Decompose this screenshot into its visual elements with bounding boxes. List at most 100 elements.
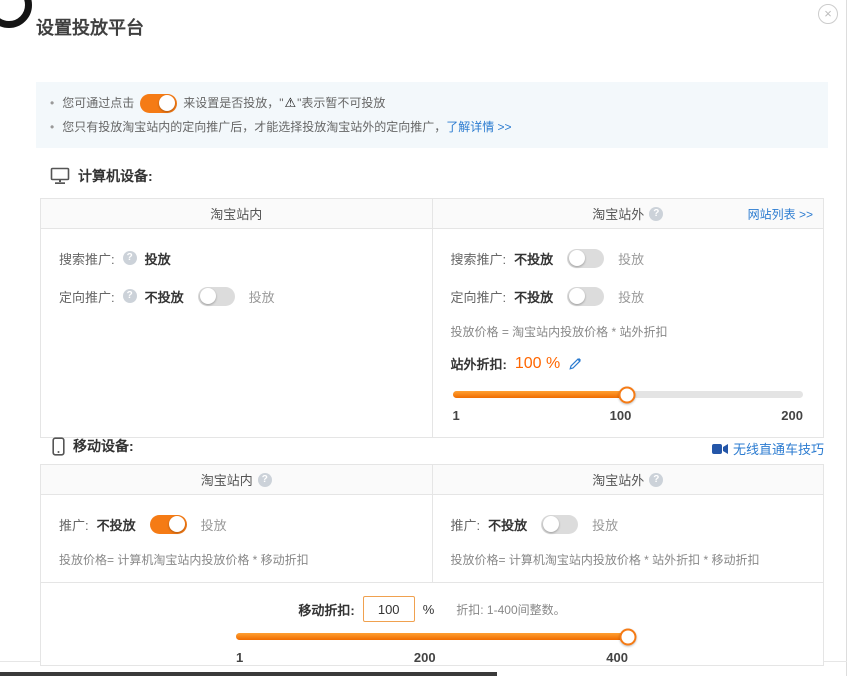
tick-label: 1: [453, 408, 460, 423]
toggle-knob: [543, 516, 559, 532]
notice-line-2: • 您只有投放淘宝站内的定向推广后，才能选择投放淘宝站外的定向推广， 了解详情 …: [50, 115, 814, 139]
offsite-price-formula: 投放价格 = 淘宝站内投放价格 * 站外折扣: [451, 323, 806, 340]
row-label: 搜索推广:: [59, 249, 115, 268]
mobile-table: 淘宝站内 ? 淘宝站外 ? 推广: 不投放 投放 投放价格= 计算机淘宝站内投放…: [40, 464, 824, 666]
help-icon[interactable]: ?: [123, 289, 137, 303]
onsite-search-row: 搜索推广: ? 投放: [59, 247, 414, 269]
tick-label: 100: [610, 408, 632, 423]
slider-knob[interactable]: [618, 386, 635, 403]
edit-discount-icon[interactable]: [568, 357, 582, 371]
computer-table: 淘宝站内 淘宝站外 ? 网站列表 >> 搜索推广: ? 投放 定向推广: ? 不…: [40, 198, 824, 438]
mobile-offsite-cell: 推广: 不投放 投放 投放价格= 计算机淘宝站内投放价格 * 站外折扣 * 移动…: [432, 495, 824, 582]
offsite-target-row: 定向推广: 不投放 投放: [451, 285, 806, 307]
site-list-link[interactable]: 网站列表 >>: [748, 205, 813, 222]
toggle-knob: [159, 95, 175, 111]
row-label: 定向推广:: [451, 287, 507, 306]
row-label: 推广:: [451, 515, 481, 534]
help-icon[interactable]: ?: [258, 473, 272, 487]
mobile-offsite-formula: 投放价格= 计算机淘宝站内投放价格 * 站外折扣 * 移动折扣: [451, 551, 806, 568]
offsite-target-toggle[interactable]: [567, 287, 604, 306]
notice-text: 您只有投放淘宝站内的定向推广后，才能选择投放淘宝站外的定向推广，: [62, 115, 446, 139]
toggle-knob: [200, 288, 216, 304]
mobile-discount-line: 移动折扣: % 折扣: 1-400间整数。: [41, 596, 823, 622]
slider-ticks: 1 100 200: [453, 408, 804, 423]
example-toggle-icon: [140, 94, 177, 113]
help-icon[interactable]: ?: [123, 251, 137, 265]
dialog-right-edge: [846, 0, 847, 676]
mobile-discount-row: 移动折扣: % 折扣: 1-400间整数。 1 200 400: [41, 583, 823, 665]
warning-icon: ⚠: [284, 91, 296, 115]
mobile-section-title: 移动设备:: [73, 436, 134, 456]
status-text: 不投放: [514, 249, 553, 268]
slider-track[interactable]: [236, 633, 628, 640]
tick-label: 400: [606, 650, 628, 665]
mobile-table-body: 推广: 不投放 投放 投放价格= 计算机淘宝站内投放价格 * 移动折扣 推广: …: [41, 495, 823, 583]
learn-more-link[interactable]: 了解详情 >>: [446, 115, 511, 139]
page-title: 设置投放平台: [36, 14, 144, 40]
bullet-icon: •: [50, 91, 54, 115]
mobile-onsite-formula: 投放价格= 计算机淘宝站内投放价格 * 移动折扣: [59, 551, 414, 568]
alt-status-text: 投放: [618, 287, 644, 306]
computer-onsite-header: 淘宝站内: [41, 199, 432, 228]
mobile-offsite-toggle[interactable]: [541, 515, 578, 534]
phone-icon: [52, 437, 65, 456]
tick-label: 200: [414, 650, 436, 665]
alt-status-text: 投放: [618, 249, 644, 268]
set-platform-dialog: × 设置投放平台 • 您可通过点击 来设置是否投放，" ⚠ "表示暂不可投放 •…: [0, 0, 864, 676]
computer-offsite-cell: 搜索推广: 不投放 投放 定向推广: 不投放 投放 投放价格 = 淘宝站内投放价…: [432, 229, 824, 437]
partial-logo: [0, 0, 32, 28]
mobile-offsite-header: 淘宝站外 ?: [432, 465, 824, 494]
offsite-search-toggle[interactable]: [567, 249, 604, 268]
slider-knob[interactable]: [620, 628, 637, 645]
notice-line-1: • 您可通过点击 来设置是否投放，" ⚠ "表示暂不可投放: [50, 91, 814, 115]
computer-table-body: 搜索推广: ? 投放 定向推广: ? 不投放 投放 搜索推广: 不投放 投放: [41, 229, 823, 437]
mobile-discount-hint: 折扣: 1-400间整数。: [456, 601, 565, 618]
onsite-target-toggle[interactable]: [198, 287, 235, 306]
mobile-onsite-promo-row: 推广: 不投放 投放: [59, 513, 414, 535]
header-label: 淘宝站外: [592, 204, 644, 223]
mobile-table-header: 淘宝站内 ? 淘宝站外 ?: [41, 465, 823, 495]
header-label: 淘宝站内: [210, 204, 262, 223]
status-text: 不投放: [488, 515, 527, 534]
toggle-knob: [569, 250, 585, 266]
mobile-discount-slider[interactable]: 1 200 400: [236, 631, 628, 665]
mobile-discount-input[interactable]: [363, 596, 415, 622]
offsite-discount-value: 100 %: [515, 355, 560, 373]
wireless-tips-link[interactable]: 无线直通车技巧: [712, 439, 824, 458]
offsite-search-row: 搜索推广: 不投放 投放: [451, 247, 806, 269]
help-icon[interactable]: ?: [649, 207, 663, 221]
alt-status-text: 投放: [201, 515, 227, 534]
mobile-discount-label: 移动折扣:: [298, 600, 354, 619]
close-button[interactable]: ×: [818, 4, 838, 24]
onsite-target-row: 定向推广: ? 不投放 投放: [59, 285, 414, 307]
row-label: 推广:: [59, 515, 89, 534]
mobile-onsite-toggle[interactable]: [150, 515, 187, 534]
background-bar: [0, 672, 497, 676]
computer-section-title: 计算机设备:: [78, 166, 153, 186]
status-text: 不投放: [97, 515, 136, 534]
notice-box: • 您可通过点击 来设置是否投放，" ⚠ "表示暂不可投放 • 您只有投放淘宝站…: [36, 82, 828, 148]
help-icon[interactable]: ?: [649, 473, 663, 487]
computer-onsite-cell: 搜索推广: ? 投放 定向推广: ? 不投放 投放: [41, 229, 432, 437]
mobile-onsite-header: 淘宝站内 ?: [41, 465, 432, 494]
offsite-discount-slider[interactable]: 1 100 200: [453, 389, 804, 423]
status-text: 不投放: [145, 287, 184, 306]
percent-sign: %: [423, 602, 435, 617]
monitor-icon: [50, 167, 70, 185]
row-label: 定向推广:: [59, 287, 115, 306]
notice-text: 您可通过点击: [62, 91, 134, 115]
computer-section-header: 计算机设备:: [50, 166, 153, 186]
wireless-tips-label: 无线直通车技巧: [733, 439, 824, 458]
computer-table-header: 淘宝站内 淘宝站外 ? 网站列表 >>: [41, 199, 823, 229]
tick-label: 200: [781, 408, 803, 423]
offsite-discount-label: 站外折扣:: [451, 354, 507, 373]
slider-fill: [236, 633, 628, 640]
row-label: 搜索推广:: [451, 249, 507, 268]
mobile-section-header: 移动设备:: [52, 436, 134, 456]
toggle-knob: [569, 288, 585, 304]
slider-fill: [453, 391, 627, 398]
slider-ticks: 1 200 400: [236, 650, 628, 665]
mobile-onsite-cell: 推广: 不投放 投放 投放价格= 计算机淘宝站内投放价格 * 移动折扣: [41, 495, 432, 582]
toggle-knob: [169, 516, 185, 532]
alt-status-text: 投放: [249, 287, 275, 306]
